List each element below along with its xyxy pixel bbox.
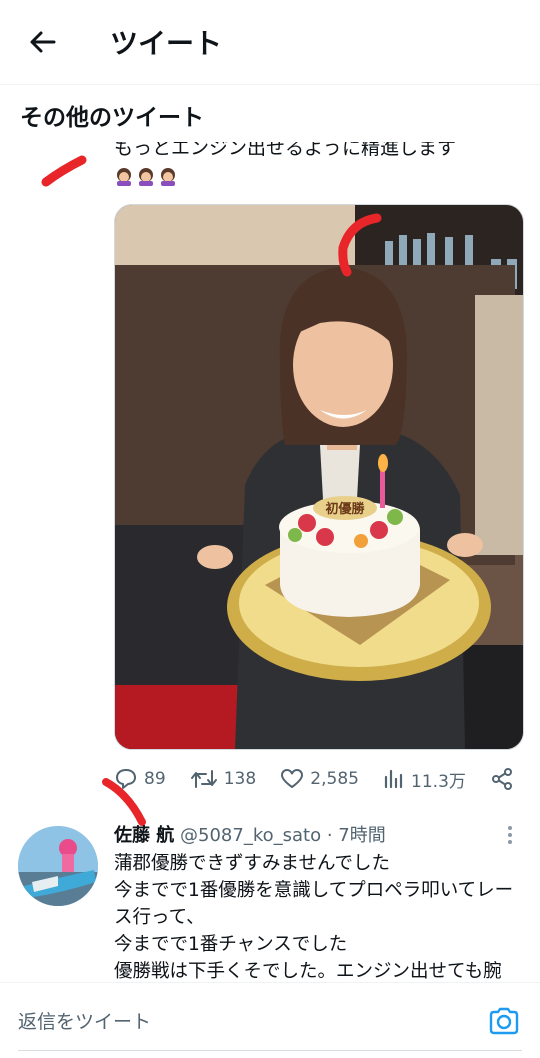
annotation-mark	[41, 155, 87, 187]
tweet-text-line: 今までで1番優勝を意識してプロペラ叩いてレー	[114, 880, 514, 901]
tweet-text-line: 蒲郡優勝できずすみませんでした	[114, 853, 391, 874]
emoji-line	[114, 166, 456, 186]
bar-chart-icon	[384, 769, 403, 789]
reply-bar: 返信をツイート	[0, 982, 540, 1058]
top-bar: ツイート	[0, 0, 540, 85]
woman-bowing-icon	[117, 168, 131, 186]
retweet-icon	[190, 770, 217, 788]
author-handle-time: @5087_ko_sato · 7時間	[180, 825, 386, 846]
tweet-author-line: 佐藤 航 @5087_ko_sato · 7時間	[114, 823, 386, 849]
avatar-image	[18, 826, 98, 906]
retweet-count: 138	[223, 769, 257, 789]
woman-bowing-icon	[139, 168, 153, 186]
back-button[interactable]	[24, 24, 60, 60]
divider	[18, 1050, 522, 1051]
reply-icon	[116, 769, 136, 789]
woman-bowing-icon	[161, 168, 175, 186]
share-button[interactable]	[490, 767, 514, 791]
section-title: その他のツイート	[20, 105, 204, 131]
views-button[interactable]: 11.3万	[383, 767, 466, 792]
reply-button[interactable]: 89	[114, 767, 166, 791]
share-icon	[492, 768, 512, 790]
more-options-button[interactable]	[500, 822, 520, 848]
reply-input[interactable]: 返信をツイート	[18, 1007, 151, 1034]
heart-icon	[281, 769, 304, 788]
like-count: 2,585	[310, 769, 359, 789]
author-name[interactable]: 佐藤 航	[114, 825, 174, 846]
like-button[interactable]: 2,585	[280, 767, 359, 791]
reply-count: 89	[144, 769, 166, 789]
page-title: ツイート	[110, 27, 223, 60]
photo-illustration: 初優勝	[115, 205, 523, 749]
more-vertical-icon	[508, 826, 512, 844]
tweet-text-line: 優勝戦は下手くそでした。エンジン出せても腕	[114, 961, 502, 982]
cake-plate-text: 初優勝	[325, 501, 365, 517]
tweet-text-line: ス行って、	[114, 907, 205, 928]
camera-icon	[489, 1007, 519, 1035]
camera-button[interactable]	[486, 1003, 522, 1039]
tweet-actions: 89 138 2,585 11.3万	[114, 762, 514, 796]
tweet-text-line: 今までで1番チャンスでした	[114, 934, 348, 955]
tweet-text: 蒲郡優勝できずすみませんでした 今までで1番優勝を意識してプロペラ叩いてレー ス…	[114, 850, 524, 982]
annotation-mark	[338, 213, 382, 277]
avatar[interactable]	[18, 826, 98, 906]
retweet-button[interactable]: 138	[190, 767, 256, 791]
tweet-text-line: もっとエンジン出せるように精進します	[114, 142, 457, 159]
tweet-text: もっとエンジン出せるように精進します	[114, 142, 456, 186]
view-count: 11.3万	[411, 771, 466, 792]
tweet-photo[interactable]: 初優勝	[114, 204, 524, 750]
arrow-left-icon	[30, 31, 56, 53]
